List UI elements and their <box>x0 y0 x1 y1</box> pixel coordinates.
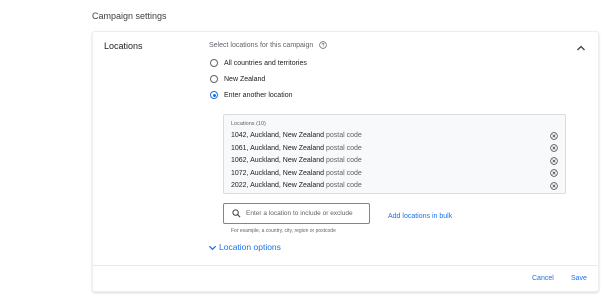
location-name: 1062, Auckland, New Zealand <box>231 157 325 164</box>
radio-button[interactable] <box>210 59 218 67</box>
radio-another-location[interactable]: Enter another location <box>210 91 293 99</box>
list-item: 1072, Auckland, New Zealand postal code <box>231 168 558 179</box>
location-type: postal code <box>325 132 362 139</box>
location-label: 1061, Auckland, New Zealand postal code <box>231 145 362 152</box>
location-options-label: Location options <box>219 242 281 252</box>
location-name: 2022, Auckland, New Zealand <box>231 182 325 189</box>
location-search-input[interactable] <box>246 210 366 217</box>
cancel-button[interactable]: Cancel <box>532 275 554 282</box>
chevron-down-icon <box>208 245 217 250</box>
list-item: 2022, Auckland, New Zealand postal code <box>231 180 558 191</box>
location-options-toggle[interactable]: Location options <box>208 242 281 252</box>
location-label: 1042, Auckland, New Zealand postal code <box>231 132 362 139</box>
radio-button[interactable] <box>210 75 218 83</box>
location-name: 1042, Auckland, New Zealand <box>231 132 325 139</box>
location-type: postal code <box>325 157 362 164</box>
chevron-up-icon <box>577 45 585 51</box>
help-icon[interactable] <box>319 41 328 49</box>
page-title: Campaign settings <box>92 11 167 21</box>
remove-icon[interactable] <box>550 156 558 165</box>
remove-icon[interactable] <box>550 144 558 152</box>
remove-icon[interactable] <box>550 169 558 177</box>
location-label: 2022, Auckland, New Zealand postal code <box>231 182 362 189</box>
add-locations-bulk-link[interactable]: Add locations in bulk <box>388 213 452 220</box>
location-type: postal code <box>325 182 362 189</box>
list-item: 1061, Auckland, New Zealand postal code <box>231 143 558 154</box>
locations-list: Locations (10) 1042, Auckland, New Zeala… <box>223 114 566 194</box>
location-name: 1061, Auckland, New Zealand <box>231 144 325 152</box>
radio-new-zealand[interactable]: New Zealand <box>210 75 265 83</box>
section-subtitle: Select locations for this campaign <box>209 41 328 49</box>
radio-button-selected[interactable] <box>210 91 218 99</box>
list-item: 1062, Auckland, New Zealand postal code <box>231 155 558 166</box>
radio-label: New Zealand <box>224 75 266 83</box>
footer-divider <box>93 265 598 266</box>
locations-count: Locations (10) <box>231 121 266 127</box>
radio-all-countries[interactable]: All countries and territories <box>210 59 307 67</box>
location-search-box[interactable] <box>223 203 370 224</box>
save-button[interactable]: Save <box>571 275 587 282</box>
collapse-button[interactable] <box>574 41 588 55</box>
section-label: Locations <box>104 41 143 51</box>
list-item: 1042, Auckland, New Zealand postal code <box>231 130 558 141</box>
subtitle-text: Select locations for this campaign <box>209 41 314 49</box>
location-name: 1072, Auckland, New Zealand <box>231 169 325 177</box>
location-label: 1062, Auckland, New Zealand postal code <box>231 157 362 164</box>
radio-label: All countries and territories <box>224 59 307 67</box>
search-icon <box>232 209 241 218</box>
radio-label: Enter another location <box>224 91 293 99</box>
search-hint: For example, a country, city, region or … <box>231 228 336 234</box>
remove-icon[interactable] <box>550 181 558 190</box>
location-type: postal code <box>325 144 362 152</box>
location-type: postal code <box>325 169 362 177</box>
locations-card: Locations Select locations for this camp… <box>92 31 599 292</box>
location-label: 1072, Auckland, New Zealand postal code <box>231 170 362 177</box>
remove-icon[interactable] <box>550 131 558 140</box>
